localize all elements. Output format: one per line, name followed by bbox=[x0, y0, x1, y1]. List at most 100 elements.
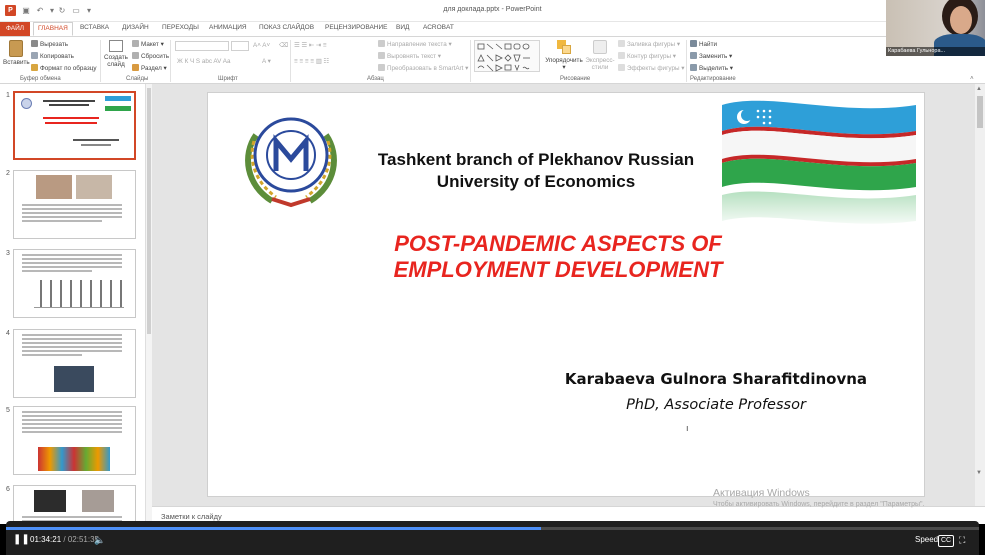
styles-icon bbox=[593, 40, 607, 54]
speed-button[interactable]: Speed bbox=[915, 535, 938, 545]
arrange-button[interactable]: Упорядочить ▾ bbox=[544, 40, 584, 71]
thumb-title bbox=[43, 117, 99, 119]
paste-button[interactable]: Вставить bbox=[3, 40, 30, 66]
slide-number: 4 bbox=[6, 330, 10, 337]
slide-thumbnail-5[interactable] bbox=[13, 406, 136, 475]
group-drawing: Рисование bbox=[560, 76, 591, 82]
align-icons[interactable]: ≡ ≡ ≡ ≡ ▥ ☷ bbox=[294, 58, 329, 66]
smartart-button[interactable]: Преобразовать в SmartArt ▾ bbox=[378, 64, 468, 73]
editor-scrollbar[interactable]: ▲ ▼ bbox=[975, 84, 985, 506]
slide-number: 2 bbox=[6, 170, 10, 177]
tab-animations[interactable]: АНИМАЦИЯ bbox=[209, 24, 247, 31]
photo-image bbox=[54, 366, 94, 392]
tab-insert[interactable]: ВСТАВКА bbox=[80, 24, 109, 31]
find-button[interactable]: Найти bbox=[690, 40, 717, 49]
slide-thumbnails-panel: 1 2 3 4 5 6 bbox=[0, 84, 146, 524]
webcam-thumbnail: Карабаева Гульнора... bbox=[886, 0, 985, 56]
photo-image bbox=[82, 490, 114, 512]
tab-design[interactable]: ДИЗАЙН bbox=[122, 24, 149, 31]
tab-view[interactable]: ВИД bbox=[396, 24, 409, 31]
tab-home[interactable]: ГЛАВНАЯ bbox=[33, 22, 73, 36]
slide-thumbnail-2[interactable] bbox=[13, 170, 136, 239]
list-icons[interactable]: ☰ ☰ ⇤ ⇥ ≡ bbox=[294, 42, 327, 50]
copy-icon bbox=[31, 52, 38, 59]
layout-button[interactable]: Макет ▾ bbox=[132, 40, 164, 49]
pause-icon[interactable]: ❚❚ bbox=[13, 535, 30, 545]
cut-button[interactable]: Вырезать bbox=[31, 40, 68, 49]
font-style-icons[interactable]: Ж К Ч S abc AV Aa bbox=[177, 58, 230, 66]
font-color-icon[interactable]: A ▾ bbox=[262, 58, 271, 66]
format-painter-button[interactable]: Формат по образцу bbox=[31, 64, 96, 73]
shape-effects-button[interactable]: Эффекты фигуры ▾ bbox=[618, 64, 684, 73]
thumb-text bbox=[81, 144, 111, 146]
activation-watermark: Активация Windows Чтобы активировать Win… bbox=[713, 487, 924, 508]
scrollbar-thumb[interactable] bbox=[147, 88, 151, 334]
scroll-down-icon[interactable]: ▼ bbox=[976, 470, 982, 476]
watermark-title: Активация Windows bbox=[713, 487, 810, 499]
slide-number: 3 bbox=[6, 250, 10, 257]
progress-track[interactable] bbox=[6, 527, 979, 530]
slide-thumbnail-1[interactable] bbox=[13, 91, 136, 160]
shape-outline-button[interactable]: Контур фигуры ▾ bbox=[618, 52, 676, 61]
shapes-icon bbox=[477, 43, 530, 72]
slide-number: 6 bbox=[6, 486, 10, 493]
slide-thumbnail-6[interactable] bbox=[13, 485, 136, 524]
collapse-ribbon-icon[interactable]: ˄ bbox=[970, 75, 974, 83]
photo-image bbox=[38, 447, 110, 471]
scissors-icon bbox=[31, 40, 38, 47]
font-size-field[interactable] bbox=[231, 41, 249, 51]
title-bar: P ▣ ↶ ▾ ↻ ▭ ▾ для доклада.pptx - PowerPo… bbox=[0, 0, 985, 22]
reset-button[interactable]: Сбросить bbox=[132, 52, 169, 61]
clear-format-icon[interactable]: ⌫ bbox=[279, 42, 288, 50]
text-direction-button[interactable]: Направление текста ▾ bbox=[378, 40, 452, 49]
grow-font-icon[interactable]: A˄ A˅ bbox=[253, 42, 270, 50]
fullscreen-icon[interactable]: ⛶ bbox=[959, 535, 965, 545]
fill-icon bbox=[618, 40, 625, 47]
notes-placeholder: Заметки к слайду bbox=[161, 512, 222, 521]
ribbon: Вставить Вырезать Копировать Формат по о… bbox=[0, 36, 985, 84]
tab-acrobat[interactable]: АСROBAT bbox=[423, 24, 454, 31]
replace-button[interactable]: Заменить ▾ bbox=[690, 52, 732, 61]
outline-icon bbox=[618, 52, 625, 59]
title-line-1: POST-PANDEMIC ASPECTS OF bbox=[394, 231, 722, 256]
tab-file[interactable]: ФАЙЛ bbox=[0, 22, 30, 36]
section-button[interactable]: Раздел ▾ bbox=[132, 64, 167, 73]
tab-slideshow[interactable]: ПОКАЗ СЛАЙДОВ bbox=[259, 24, 314, 31]
effects-icon bbox=[618, 64, 625, 71]
shapes-gallery[interactable] bbox=[474, 40, 540, 72]
group-paragraph: Абзац bbox=[367, 76, 384, 82]
group-clipboard: Буфер обмена bbox=[20, 76, 61, 82]
scrollbar-thumb[interactable] bbox=[977, 96, 983, 128]
shape-fill-button[interactable]: Заливка фигуры ▾ bbox=[618, 40, 680, 49]
progress-fill bbox=[6, 527, 542, 530]
slide-thumbnail-3[interactable] bbox=[13, 249, 136, 318]
current-slide[interactable]: Tashkent branch of Plekhanov Russian Uni… bbox=[207, 92, 925, 497]
align-text-button[interactable]: Выровнять текст ▾ bbox=[378, 52, 441, 61]
thumb-title bbox=[45, 122, 97, 124]
slide-title: POST-PANDEMIC ASPECTS OF EMPLOYMENT DEVE… bbox=[358, 231, 758, 283]
divider bbox=[470, 40, 471, 82]
slide-number: 5 bbox=[6, 407, 10, 414]
copy-button[interactable]: Копировать bbox=[31, 52, 74, 61]
divider bbox=[100, 40, 101, 82]
binoculars-icon bbox=[690, 40, 697, 47]
tab-review[interactable]: РЕЦЕНЗИРОВАНИЕ bbox=[325, 24, 388, 31]
header-line-1: Tashkent branch of Plekhanov Russian bbox=[377, 150, 695, 169]
divider bbox=[290, 40, 291, 82]
flag-icon bbox=[105, 96, 131, 111]
author-name: Karabaeva Gulnora Sharafitdinovna bbox=[564, 370, 868, 388]
tab-transitions[interactable]: ПЕРЕХОДЫ bbox=[162, 24, 199, 31]
select-button[interactable]: Выделить ▾ bbox=[690, 64, 733, 73]
quick-styles-button[interactable]: Экспресс-стили bbox=[584, 40, 616, 71]
chart-thumbnail bbox=[34, 280, 124, 308]
captions-icon[interactable]: CC bbox=[938, 535, 955, 547]
font-name-field[interactable] bbox=[175, 41, 229, 51]
slide-icon bbox=[109, 40, 123, 52]
arrange-icon bbox=[557, 40, 571, 54]
scroll-up-icon[interactable]: ▲ bbox=[976, 86, 982, 92]
align-text-icon bbox=[378, 52, 385, 59]
volume-icon[interactable]: 🔈 bbox=[94, 535, 105, 545]
slide-thumbnail-4[interactable] bbox=[13, 329, 136, 398]
replace-icon bbox=[690, 52, 697, 59]
new-slide-button[interactable]: Создать слайд bbox=[103, 40, 129, 68]
